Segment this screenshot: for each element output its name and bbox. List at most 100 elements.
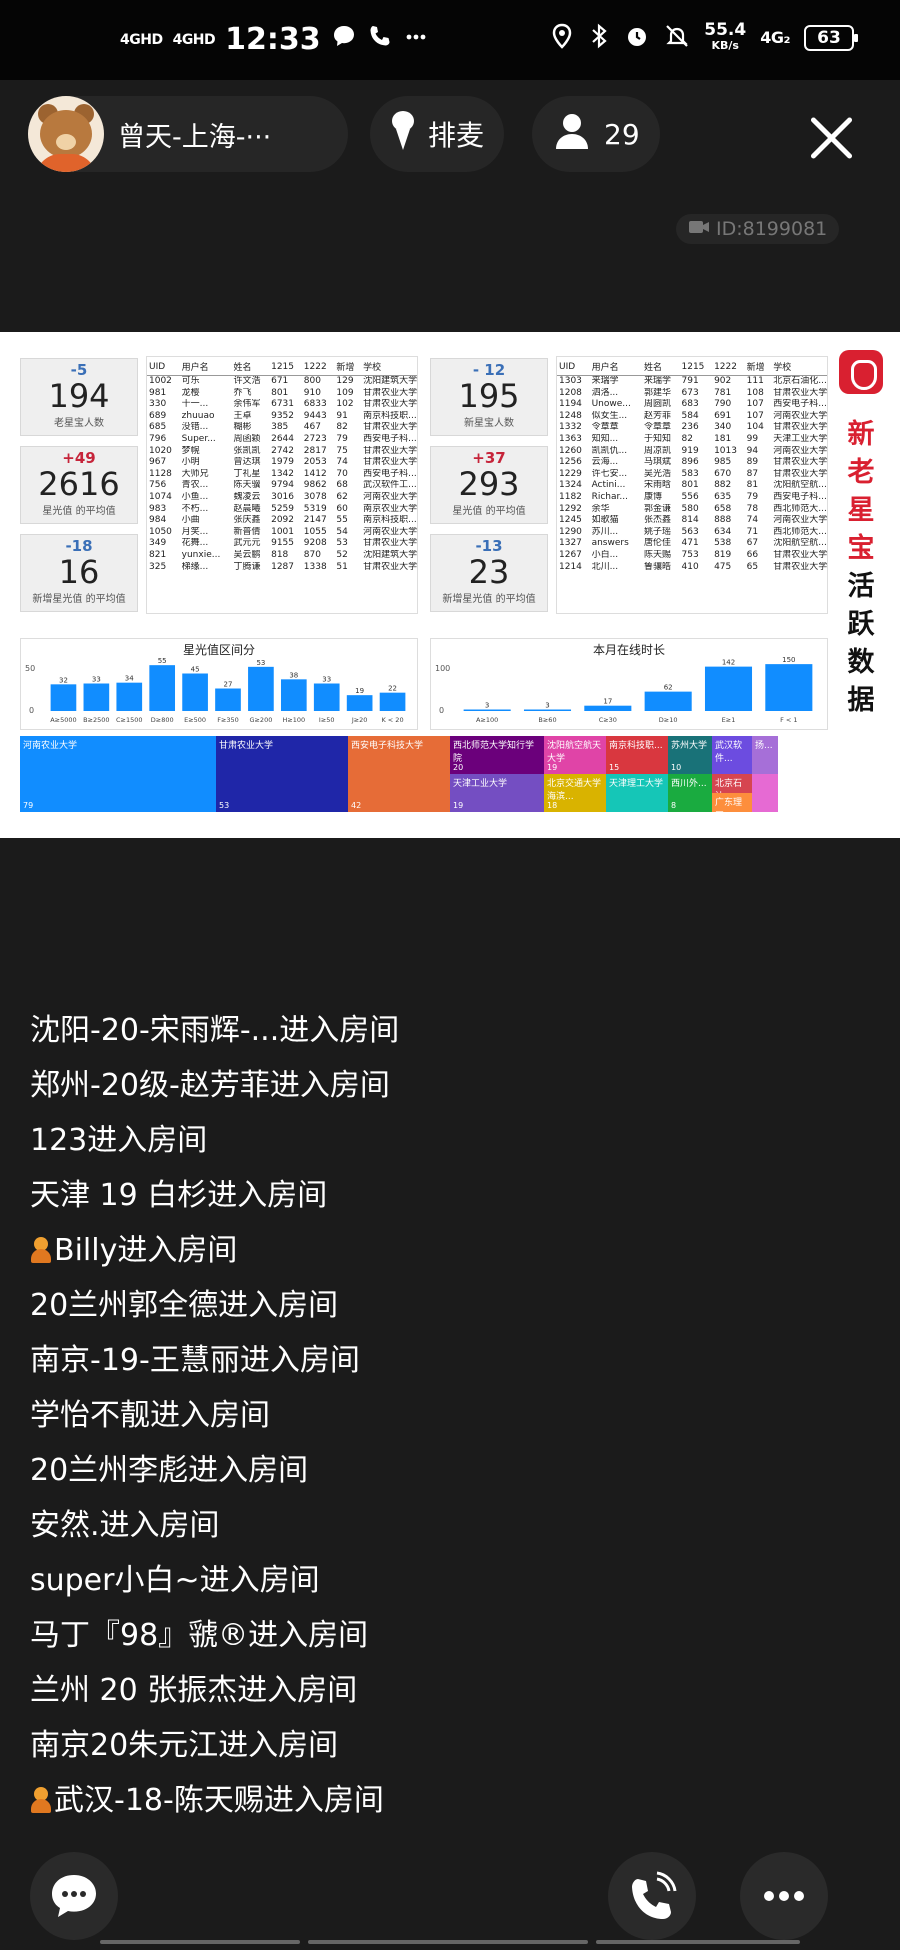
column-header[interactable]: 学校 (771, 357, 827, 376)
table-cell: 65 (746, 561, 759, 572)
room-host-info[interactable]: 曾天-上海-··· (28, 96, 348, 172)
table-cell: 1013 (714, 445, 737, 456)
host-avatar[interactable] (28, 96, 104, 172)
table-cell: 1050 (149, 526, 172, 537)
table-cell: 河南农业大学 (773, 410, 827, 421)
chat-message: 郑州-20级-赵芳菲进入房间 (30, 1058, 399, 1113)
data-label: 53 (256, 659, 265, 667)
table-cell: 467 (303, 422, 321, 433)
online-time-chart: 本月在线时长 100 0 3 A≥100 3 B≥60 17 C≥30 62 D≥10 142 E≥1… (430, 638, 828, 730)
kpi-card-new-members: - 12 195 新星宝人数 (430, 358, 548, 436)
column-header[interactable]: 学校 (361, 357, 417, 376)
column-header[interactable]: UID (147, 357, 180, 376)
kpi-value: 194 (48, 377, 110, 415)
brand-char: 宝 (847, 533, 875, 564)
table-cell: 109 (336, 387, 354, 398)
kpi-label: 老星宝人数 (54, 418, 104, 429)
table-row: 1290 苏川... 姚子瑶 563 634 71 西北师范大... (557, 527, 827, 539)
treemap-cell: 西安电子科技大学 42 (348, 736, 450, 812)
data-label: 45 (191, 666, 200, 674)
table-cell: 796 (149, 433, 167, 444)
column-header[interactable]: 1222 (301, 357, 335, 376)
table-cell: 635 (714, 491, 732, 502)
y-tick-label: 100 (435, 664, 450, 673)
chart-bar (379, 692, 406, 711)
table-cell: 1214 (559, 561, 582, 572)
speed-unit: KB/s (711, 39, 739, 52)
table-cell: 1208 (559, 387, 582, 398)
close-icon[interactable] (808, 114, 854, 160)
table-cell: 武汉软件工... (363, 480, 417, 491)
column-header[interactable]: UID (557, 357, 590, 376)
chart-bar (149, 665, 176, 711)
table-cell: 801 (681, 480, 699, 491)
table-cell: 1248 (559, 410, 582, 421)
voice-call-button[interactable] (608, 1852, 696, 1940)
y-tick-label: 0 (29, 706, 34, 715)
kpi-value: 23 (468, 553, 510, 591)
column-header[interactable]: 用户名 (179, 357, 232, 376)
table-cell: 9794 (271, 480, 295, 491)
table-cell: Richar... (591, 491, 628, 502)
brand-char: 跃 (847, 609, 875, 640)
column-header[interactable]: 1222 (712, 357, 745, 376)
kpi-delta: +37 (472, 449, 506, 467)
table-cell: 471 (681, 538, 699, 549)
treemap-label: 西北师范大学知行学院 (453, 741, 535, 764)
table-row: 1363 知知... 于知知 82 181 99 天津工业大学 (557, 434, 827, 446)
chat-button[interactable] (30, 1852, 118, 1940)
battery-icon: 63 (804, 25, 858, 51)
x-tick-label: D≥800 (151, 716, 174, 724)
kpi-value: 195 (458, 377, 520, 415)
chart-bar (215, 688, 241, 711)
clock: 12:33 (225, 22, 321, 57)
table-cell: 1055 (303, 526, 327, 537)
table-cell: 1287 (271, 561, 295, 572)
table-cell: 984 (149, 515, 167, 526)
table-cell: 小白... (591, 549, 619, 560)
table-cell: 西北师范大... (773, 526, 827, 537)
table-cell: 325 (149, 561, 167, 572)
column-header[interactable]: 姓名 (641, 357, 680, 376)
brand-char: 活 (847, 571, 875, 602)
chat-message: 天津 19 白杉进入房间 (30, 1168, 399, 1223)
column-header[interactable]: 用户名 (589, 357, 642, 376)
table-row: 1248 似女生... 赵芳菲 584 691 107 河南农业大学 (557, 411, 827, 423)
table-cell: 天津工业大学 (773, 433, 827, 444)
x-tick-label: J≥20 (351, 716, 368, 724)
table-cell: 甘肃农业大学 (363, 445, 417, 456)
table-cell: 67 (746, 538, 759, 549)
column-header[interactable]: 1215 (269, 357, 302, 376)
chart-bar (584, 705, 632, 711)
mic-queue-button[interactable]: 排麦 (370, 96, 505, 172)
column-header[interactable]: 1215 (679, 357, 713, 376)
data-label: 34 (125, 675, 134, 683)
table-cell: Super... (181, 433, 216, 444)
chart-bar (644, 691, 692, 711)
table-cell: 糊彬 (233, 422, 252, 433)
viewer-count-button[interactable]: 29 (532, 96, 660, 172)
treemap-cell: 扬... (752, 736, 778, 774)
treemap-value: 18 (547, 801, 558, 810)
table-cell: 1074 (149, 491, 172, 502)
user-badge-icon (30, 1786, 52, 1814)
column-header[interactable]: 新增 (744, 357, 772, 376)
more-options-button[interactable] (740, 1852, 828, 1940)
table-cell: 1290 (559, 526, 582, 537)
table-cell: 宋雨晗 (643, 480, 671, 491)
table-cell: 756 (149, 480, 167, 491)
table-row: 981 龙樱 乔飞 801 910 109 甘肃农业大学 (147, 388, 417, 400)
table-cell: 康博 (643, 491, 662, 502)
column-header[interactable]: 姓名 (231, 357, 270, 376)
chat-message-text: super小白~进入房间 (30, 1563, 320, 1598)
column-header[interactable]: 新增 (334, 357, 362, 376)
table-cell: 670 (714, 468, 732, 479)
table-cell: 60 (336, 503, 348, 514)
chat-message: 沈阳-20-宋雨辉-...进入房间 (30, 1003, 399, 1058)
table-cell: 87 (746, 468, 759, 479)
table-cell: 吴光浩 (643, 468, 671, 479)
table-cell: 685 (149, 422, 167, 433)
table-cell: 云海... (591, 457, 619, 468)
network-speed: 55.4 KB/s (704, 22, 746, 54)
y-tick-label: 50 (25, 664, 35, 673)
